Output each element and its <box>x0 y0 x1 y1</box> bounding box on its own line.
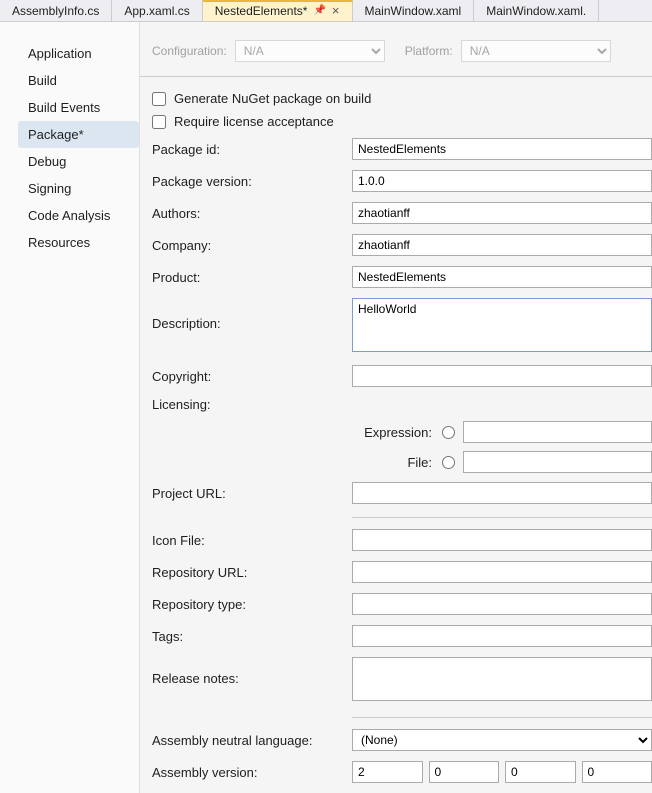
assembly-version-label: Assembly version: <box>152 765 352 780</box>
sidebar: Application Build Build Events Package* … <box>0 22 140 793</box>
icon-file-label: Icon File: <box>152 533 352 548</box>
tab-assemblyinfo[interactable]: AssemblyInfo.cs <box>0 0 112 21</box>
content-pane: Configuration: N/A Platform: N/A Generat… <box>140 22 652 793</box>
configuration-label: Configuration: <box>152 44 227 58</box>
package-id-label: Package id: <box>152 142 352 157</box>
tab-strip: AssemblyInfo.cs App.xaml.cs NestedElemen… <box>0 0 652 22</box>
require-license-label: Require license acceptance <box>174 114 334 129</box>
tab-label: MainWindow.xaml <box>365 4 462 18</box>
tags-input[interactable] <box>352 625 652 647</box>
product-input[interactable] <box>352 266 652 288</box>
release-notes-label: Release notes: <box>152 657 352 686</box>
configuration-select[interactable]: N/A <box>235 40 385 62</box>
project-url-label: Project URL: <box>152 486 352 501</box>
config-bar: Configuration: N/A Platform: N/A <box>140 40 652 77</box>
pin-icon[interactable]: 📌 <box>313 5 325 16</box>
sidebar-item-build-events[interactable]: Build Events <box>18 94 139 121</box>
icon-file-input[interactable] <box>352 529 652 551</box>
package-id-input[interactable] <box>352 138 652 160</box>
sidebar-item-debug[interactable]: Debug <box>18 148 139 175</box>
tab-appxaml[interactable]: App.xaml.cs <box>112 0 202 21</box>
authors-input[interactable] <box>352 202 652 224</box>
tab-label: NestedElements* <box>215 4 308 18</box>
project-url-input[interactable] <box>352 482 652 504</box>
neutral-language-label: Assembly neutral language: <box>152 733 352 748</box>
repository-type-label: Repository type: <box>152 597 352 612</box>
sidebar-item-resources[interactable]: Resources <box>18 229 139 256</box>
description-input[interactable]: HelloWorld <box>352 298 652 352</box>
file-radio[interactable] <box>442 456 455 469</box>
require-license-checkbox[interactable] <box>152 115 166 129</box>
copyright-label: Copyright: <box>152 369 352 384</box>
assembly-version-4[interactable] <box>582 761 652 783</box>
tab-mainwindow-cs[interactable]: MainWindow.xaml. <box>474 0 599 21</box>
tab-label: AssemblyInfo.cs <box>12 4 99 18</box>
company-label: Company: <box>152 238 352 253</box>
repository-url-label: Repository URL: <box>152 565 352 580</box>
product-label: Product: <box>152 270 352 285</box>
sidebar-item-build[interactable]: Build <box>18 67 139 94</box>
release-notes-input[interactable] <box>352 657 652 701</box>
tab-label: App.xaml.cs <box>124 4 189 18</box>
tab-mainwindow[interactable]: MainWindow.xaml <box>353 0 475 21</box>
sidebar-item-application[interactable]: Application <box>18 40 139 67</box>
repository-type-input[interactable] <box>352 593 652 615</box>
description-label: Description: <box>152 298 352 331</box>
package-version-label: Package version: <box>152 174 352 189</box>
file-input[interactable] <box>463 451 652 473</box>
assembly-version-1[interactable] <box>352 761 423 783</box>
tags-label: Tags: <box>152 629 352 644</box>
company-input[interactable] <box>352 234 652 256</box>
generate-nuget-checkbox[interactable] <box>152 92 166 106</box>
expression-radio[interactable] <box>442 426 455 439</box>
close-icon[interactable]: × <box>332 3 340 18</box>
package-version-input[interactable] <box>352 170 652 192</box>
tab-nestedelements[interactable]: NestedElements* 📌 × <box>203 0 353 21</box>
sidebar-item-code-analysis[interactable]: Code Analysis <box>18 202 139 229</box>
assembly-version-2[interactable] <box>429 761 500 783</box>
platform-select[interactable]: N/A <box>461 40 611 62</box>
licensing-label: Licensing: <box>152 397 352 412</box>
generate-nuget-label: Generate NuGet package on build <box>174 91 371 106</box>
authors-label: Authors: <box>152 206 352 221</box>
assembly-version-3[interactable] <box>505 761 576 783</box>
platform-label: Platform: <box>405 44 453 58</box>
sidebar-item-package[interactable]: Package* <box>18 121 139 148</box>
repository-url-input[interactable] <box>352 561 652 583</box>
divider <box>352 717 652 718</box>
copyright-input[interactable] <box>352 365 652 387</box>
expression-label: Expression: <box>152 425 442 440</box>
tab-label: MainWindow.xaml. <box>486 4 586 18</box>
neutral-language-select[interactable]: (None) <box>352 729 652 751</box>
expression-input[interactable] <box>463 421 652 443</box>
file-label: File: <box>152 455 442 470</box>
divider <box>352 517 652 518</box>
sidebar-item-signing[interactable]: Signing <box>18 175 139 202</box>
